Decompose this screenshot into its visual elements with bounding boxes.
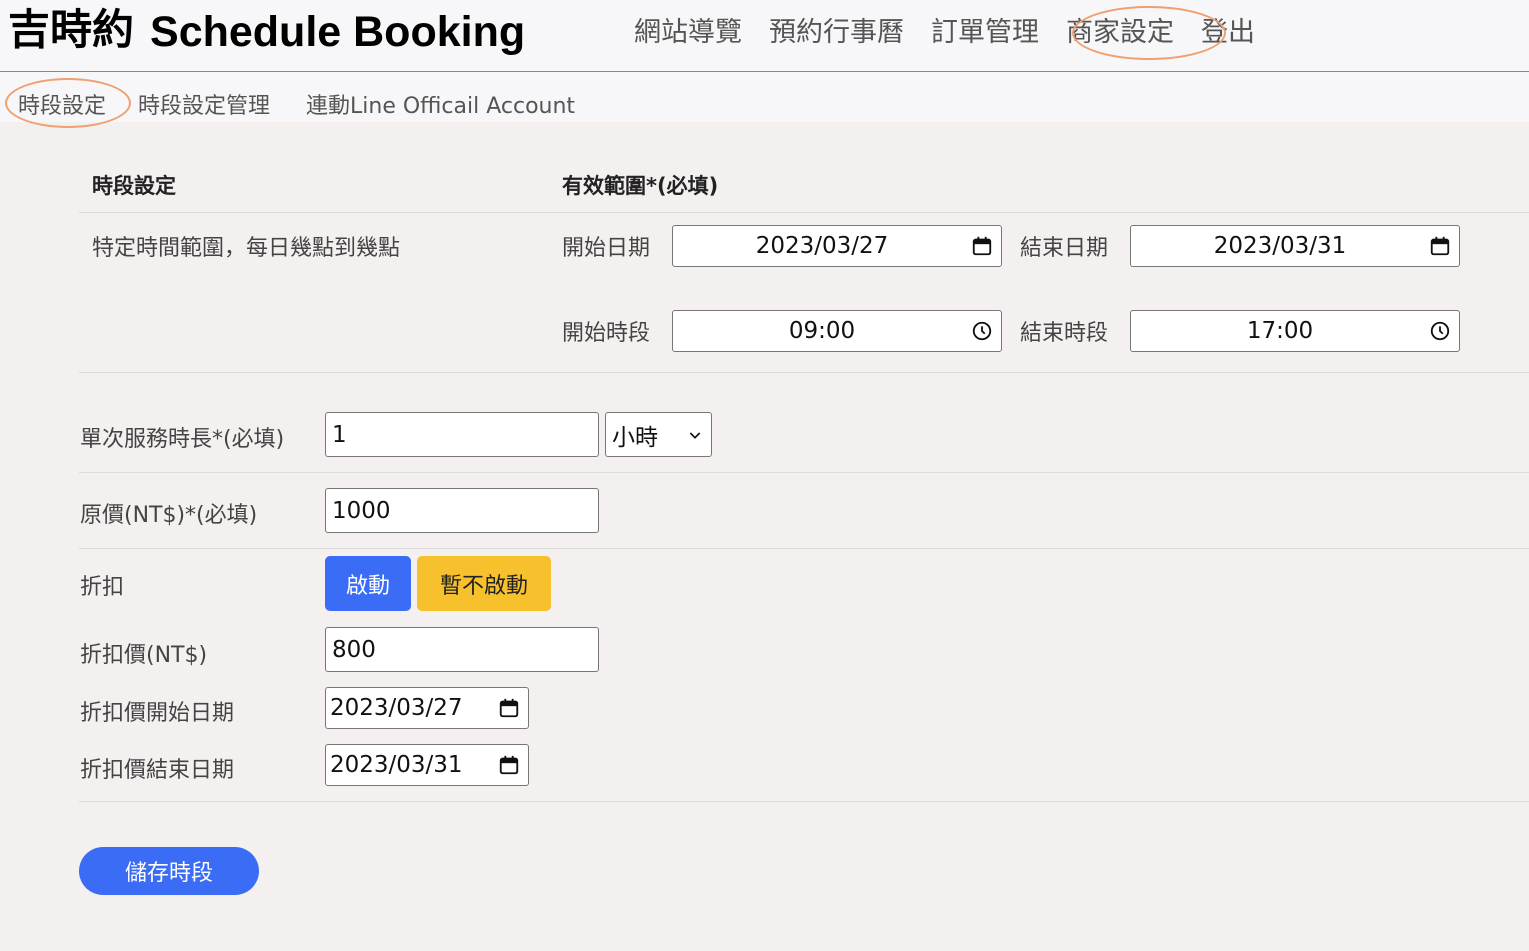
calendar-icon[interactable] — [498, 754, 520, 776]
divider — [79, 212, 1529, 213]
subnav-timeslot-settings[interactable]: 時段設定 — [18, 88, 106, 120]
price-input[interactable]: 1000 — [325, 488, 599, 533]
nav-merchant-settings[interactable]: 商家設定 — [1066, 10, 1174, 49]
divider — [79, 472, 1529, 473]
divider — [79, 372, 1529, 373]
nav-order-management[interactable]: 訂單管理 — [931, 10, 1039, 49]
column-header-timeslot: 時段設定 — [92, 174, 176, 198]
chevron-down-icon — [689, 431, 701, 439]
start-time-label: 開始時段 — [562, 321, 651, 346]
duration-label: 單次服務時長*(必填) — [80, 427, 285, 452]
nav-booking-calendar[interactable]: 預約行事曆 — [769, 10, 904, 49]
main-nav: 網站導覽 預約行事曆 訂單管理 商家設定 登出 — [634, 10, 1282, 49]
end-time-input[interactable]: 17:00 — [1130, 310, 1460, 352]
start-time-input[interactable]: 09:00 — [672, 310, 1002, 352]
discount-end-date-input[interactable]: 2023/03/31 — [325, 744, 529, 786]
brand-name-english: Schedule Booking — [150, 8, 526, 56]
timeslot-form: 時段設定 有效範圍*(必填) 特定時間範圍，每日幾點到幾點 開始日期 2023/… — [0, 122, 1529, 951]
brand-name-chinese: 吉時約 — [8, 5, 135, 54]
start-date-input[interactable]: 2023/03/27 — [672, 225, 1002, 267]
subnav-timeslot-management[interactable]: 時段設定管理 — [138, 88, 270, 120]
start-date-label: 開始日期 — [562, 236, 651, 261]
calendar-icon[interactable] — [971, 235, 993, 257]
save-timeslot-button[interactable]: 儲存時段 — [79, 847, 259, 895]
clock-icon[interactable] — [971, 320, 993, 342]
price-label: 原價(NT$)*(必填) — [80, 503, 258, 528]
nav-logout[interactable]: 登出 — [1201, 10, 1255, 49]
column-header-valid-range: 有效範圍*(必填) — [562, 174, 719, 198]
nav-site-guide[interactable]: 網站導覽 — [634, 10, 742, 49]
discount-start-label: 折扣價開始日期 — [80, 701, 235, 726]
discount-label: 折扣 — [80, 575, 125, 600]
clock-icon[interactable] — [1429, 320, 1451, 342]
end-date-input[interactable]: 2023/03/31 — [1130, 225, 1460, 267]
sub-navbar: 時段設定 時段設定管理 連動Line Officail Account — [0, 72, 1529, 128]
brand-logo[interactable]: 吉時約 Schedule Booking — [8, 5, 525, 57]
discount-start-date-input[interactable]: 2023/03/27 — [325, 687, 529, 729]
duration-input[interactable]: 1 — [325, 412, 599, 457]
divider — [79, 548, 1529, 549]
end-date-label: 結束日期 — [1020, 236, 1109, 261]
discount-price-label: 折扣價(NT$) — [80, 643, 208, 668]
subnav-line-account[interactable]: 連動Line Officail Account — [306, 88, 575, 120]
end-time-label: 結束時段 — [1020, 321, 1109, 346]
discount-end-label: 折扣價結束日期 — [80, 758, 235, 783]
calendar-icon[interactable] — [498, 697, 520, 719]
top-navbar: 吉時約 Schedule Booking 網站導覽 預約行事曆 訂單管理 商家設… — [0, 0, 1529, 72]
discount-price-input[interactable]: 800 — [325, 627, 599, 672]
discount-enable-button[interactable]: 啟動 — [325, 556, 411, 611]
divider — [79, 801, 1529, 802]
calendar-icon[interactable] — [1429, 235, 1451, 257]
duration-unit-select[interactable]: 小時 — [605, 412, 712, 457]
range-description: 特定時間範圍，每日幾點到幾點 — [92, 236, 401, 261]
discount-disable-button[interactable]: 暫不啟動 — [417, 556, 551, 611]
